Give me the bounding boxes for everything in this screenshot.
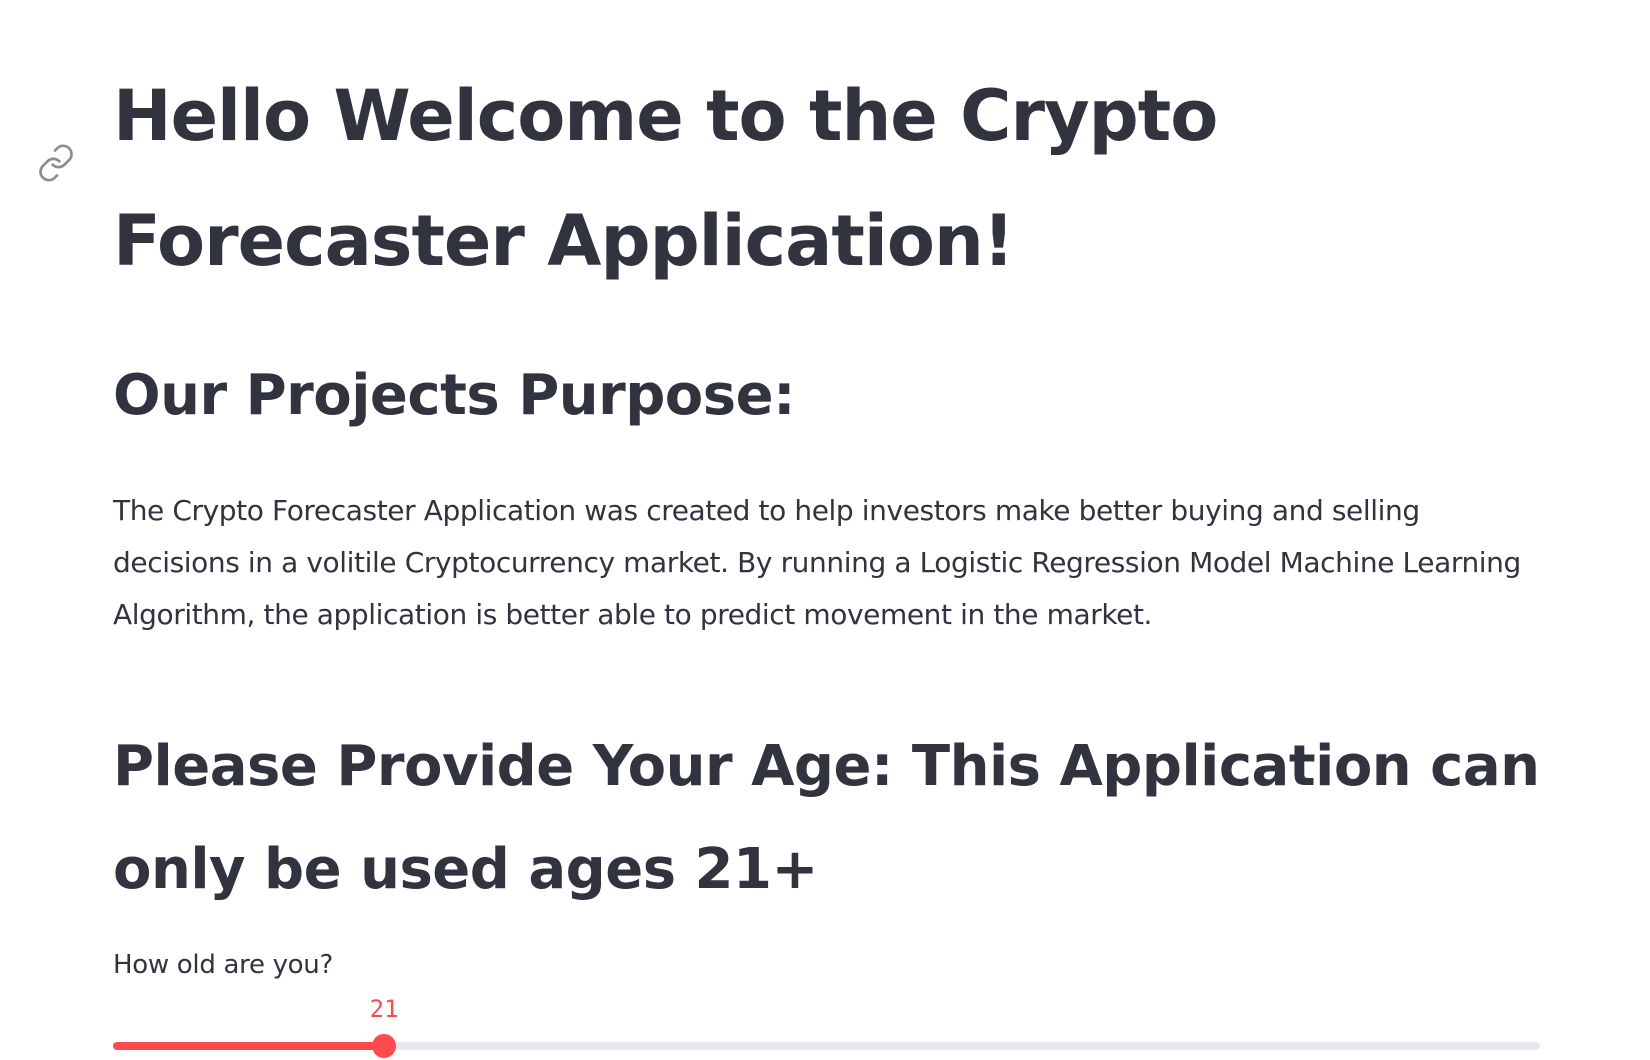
- page-title: Hello Welcome to the Crypto Forecaster A…: [113, 75, 1218, 282]
- link-icon[interactable]: [36, 143, 76, 183]
- slider-fill: [113, 1042, 385, 1050]
- age-slider[interactable]: 21: [113, 995, 1540, 1058]
- slider-thumb[interactable]: [372, 1034, 397, 1058]
- purpose-description: The Crypto Forecaster Application was cr…: [113, 494, 1521, 631]
- slider-value: 21: [369, 995, 399, 1023]
- age-slider-label: How old are you?: [113, 950, 333, 980]
- age-heading: Please Provide Your Age: This Applicatio…: [113, 734, 1540, 902]
- purpose-heading: Our Projects Purpose:: [113, 363, 795, 428]
- slider-track[interactable]: [113, 1042, 1540, 1050]
